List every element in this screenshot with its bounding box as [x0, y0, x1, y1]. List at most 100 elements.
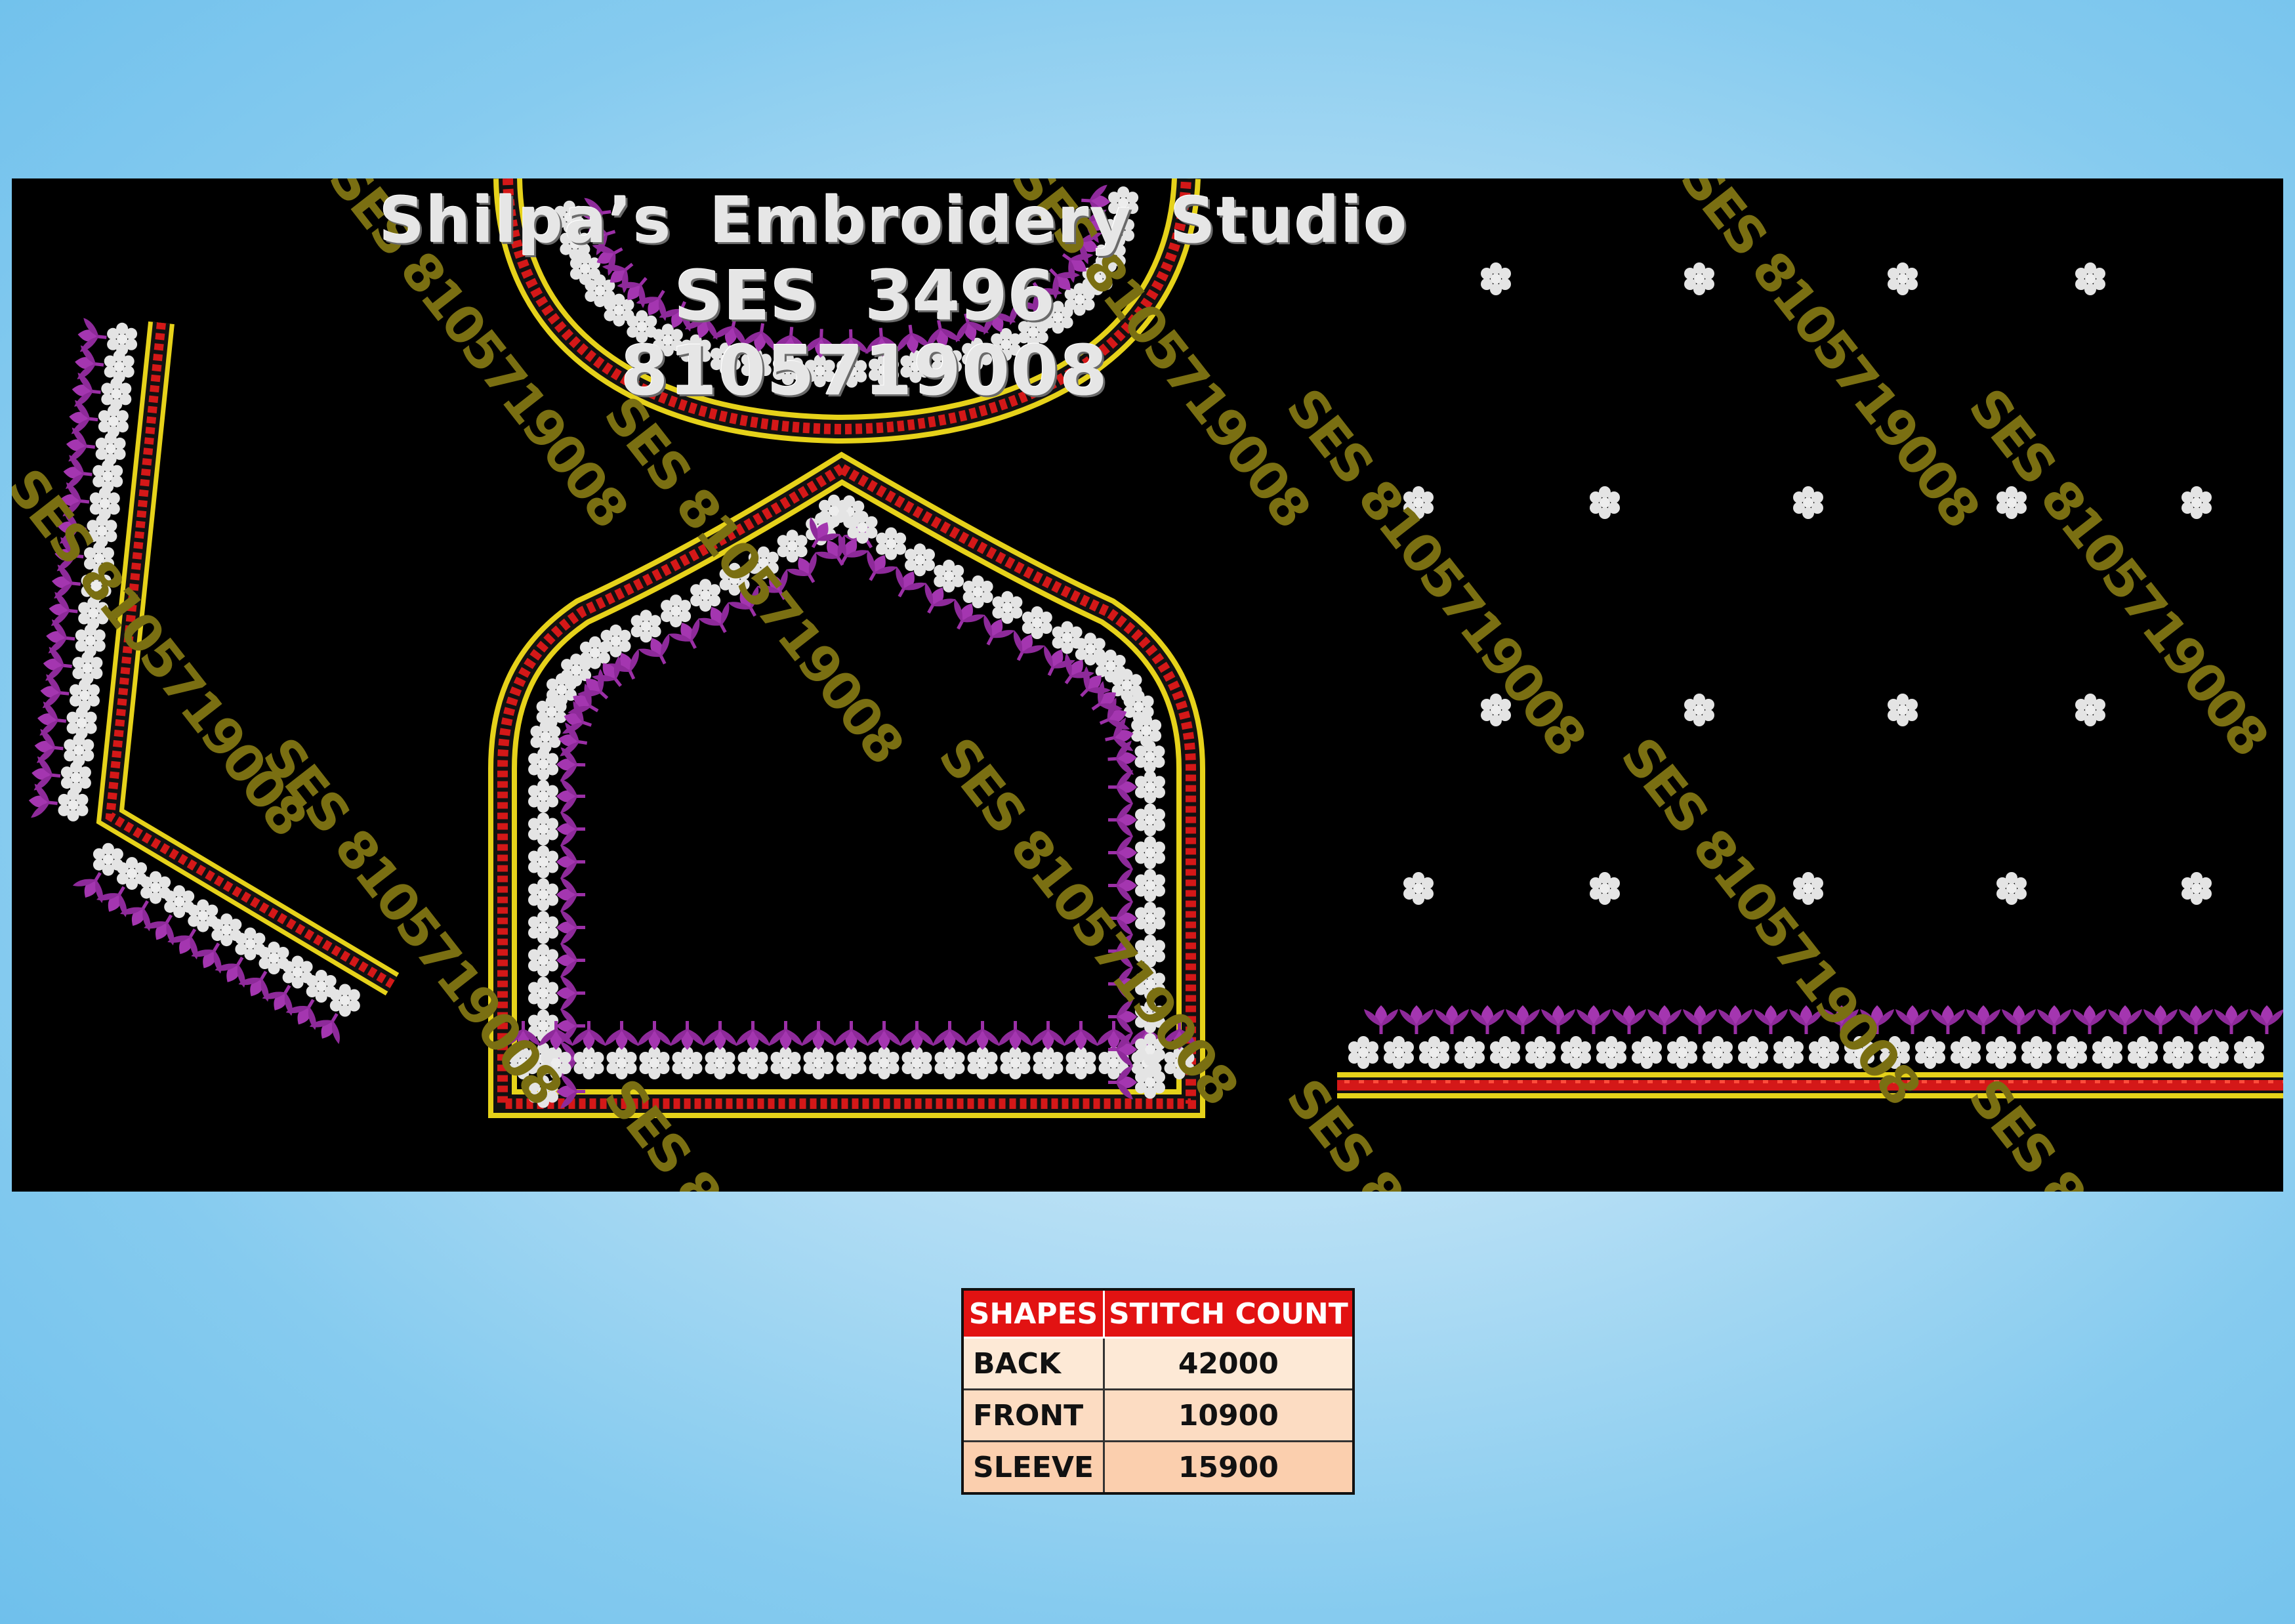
- pearl-flower: [1135, 902, 1165, 935]
- pearl-flower: [1348, 1036, 1378, 1069]
- pearl-flower: [2234, 1036, 2264, 1069]
- table-row: SLEEVE 15900: [961, 1440, 1355, 1495]
- pearl-flower: [70, 678, 100, 712]
- pearl-flower: [1703, 1036, 1733, 1069]
- pearl-flower: [869, 1047, 899, 1079]
- pearl-flower: [737, 1047, 768, 1079]
- shape-name: SLEEVE: [961, 1440, 1105, 1495]
- leaf-motif: [605, 1021, 639, 1050]
- leaf-motif: [1399, 1005, 1434, 1034]
- scattered-flower-motif: [1403, 872, 1434, 905]
- watermark-text: SES 8105719008: [1668, 178, 1989, 537]
- leaf-motif: [45, 619, 77, 656]
- studio-name: Shilpa’s Embroidery Studio: [379, 184, 1409, 257]
- stitch-count: 42000: [1102, 1337, 1355, 1390]
- watermark-text: SES 8105719008: [12, 458, 316, 846]
- pearl-flower: [1773, 1036, 1804, 1069]
- leaf-motif: [76, 318, 108, 354]
- leaf-motif: [671, 1021, 705, 1050]
- column-header-shapes: SHAPES: [961, 1288, 1105, 1339]
- pearl-flower: [1135, 869, 1165, 902]
- design-code: SES 3496: [674, 256, 1056, 336]
- leaf-motif: [73, 345, 105, 382]
- scattered-flower-motif: [1888, 262, 1918, 295]
- pearl-flower: [934, 1047, 965, 1079]
- leaf-motif: [2250, 1005, 2283, 1034]
- pearl-flower: [66, 706, 97, 739]
- pearl-flower: [777, 530, 808, 563]
- leaf-motif: [1931, 1005, 1965, 1034]
- leaf-motif: [62, 455, 94, 491]
- pearl-flower: [1135, 770, 1165, 804]
- leaf-motif: [556, 812, 585, 846]
- leaf-motif: [556, 878, 585, 912]
- pearl-flower: [2092, 1036, 2122, 1069]
- phone-number: 8105719008: [621, 331, 1109, 411]
- leaf-motif: [556, 911, 585, 945]
- pearl-flower: [992, 591, 1023, 624]
- pearl-flower: [2199, 1036, 2229, 1069]
- leaf-motif: [556, 780, 585, 814]
- leaf-motif: [966, 1021, 1000, 1050]
- leaf-motif: [1683, 1005, 1717, 1034]
- leaf-motif: [1064, 1021, 1098, 1050]
- pearl-flower: [631, 610, 661, 643]
- scattered-flower-motif: [1590, 486, 1620, 519]
- pearl-flower: [528, 812, 558, 846]
- leaf-motif: [1108, 770, 1137, 804]
- pearl-flower: [528, 780, 558, 813]
- pearl-flower: [2021, 1036, 2052, 1069]
- pearl-flower: [1667, 1036, 1697, 1069]
- shape-name: FRONT: [961, 1388, 1105, 1442]
- leaf-motif: [1541, 1005, 1575, 1034]
- table-header-row: SHAPES STITCH COUNT: [961, 1288, 1355, 1339]
- pearl-flower: [1022, 606, 1052, 639]
- scattered-flower-motif: [2181, 486, 2212, 519]
- leaf-motif: [1108, 803, 1137, 837]
- scattered-flower-motif: [1684, 262, 1714, 295]
- leaf-motif: [68, 400, 100, 436]
- pearl-flower: [64, 734, 94, 767]
- embroidery-design-panel: SES 8105719008 SES 8105719008 SES 81057190…: [12, 178, 2283, 1192]
- scattered-flower-motif: [2181, 872, 2212, 905]
- pearl-flower: [962, 575, 993, 608]
- pearl-flower: [528, 976, 558, 1010]
- pearl-flower: [661, 594, 692, 628]
- pearl-flower: [528, 878, 558, 911]
- leaf-motif: [769, 1021, 803, 1050]
- leaf-motif: [703, 1021, 737, 1050]
- leaf-motif: [1470, 1005, 1504, 1034]
- leaf-motif: [1647, 1005, 1682, 1034]
- leaf-motif: [1718, 1005, 1752, 1034]
- leaf-motif: [867, 1021, 901, 1050]
- leaf-motif: [1506, 1005, 1540, 1034]
- stitch-count-table: SHAPES STITCH COUNT BACK 42000 FRONT 109…: [961, 1288, 1355, 1495]
- leaf-motif: [70, 372, 102, 409]
- pearl-flower: [1738, 1036, 1768, 1069]
- leaf-motif: [41, 646, 73, 683]
- pearl-flower: [528, 845, 558, 879]
- leaf-motif: [1895, 1005, 1930, 1034]
- pearl-flower: [98, 405, 129, 438]
- pearl-flower: [1065, 1047, 1096, 1079]
- leaf-motif: [39, 674, 71, 711]
- pearl-flower: [93, 459, 123, 493]
- leaf-motif: [33, 728, 65, 765]
- pearl-flower: [672, 1047, 703, 1079]
- leaf-motif: [556, 747, 586, 782]
- pearl-flower: [573, 1047, 604, 1079]
- scattered-flower-motif: [1793, 872, 1823, 905]
- pearl-flower: [89, 487, 120, 520]
- scattered-flower-motif: [1996, 872, 2027, 905]
- leaf-motif: [2002, 1005, 2036, 1034]
- leaf-motif: [1435, 1005, 1469, 1034]
- leaf-motif: [2037, 1005, 2071, 1034]
- leaf-motif: [1031, 1021, 1065, 1050]
- pearl-flower: [104, 350, 134, 383]
- pearl-flower: [876, 527, 907, 560]
- leaf-motif: [736, 1021, 770, 1050]
- pearl-flower: [1490, 1036, 1520, 1069]
- leaf-motif: [27, 783, 59, 820]
- pearl-flower: [1384, 1036, 1414, 1069]
- pearl-flower: [58, 788, 89, 822]
